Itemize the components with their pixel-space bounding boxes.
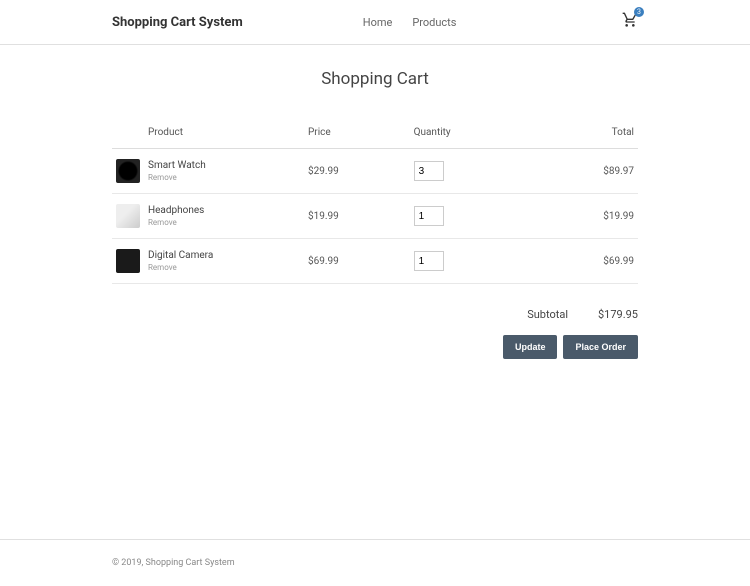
th-product: Product bbox=[144, 119, 304, 149]
price: $69.99 bbox=[304, 239, 410, 284]
header: Shopping Cart System Home Products 3 bbox=[0, 0, 750, 45]
cart-table: Product Price Quantity Total Smart Watch… bbox=[112, 119, 638, 284]
row-total: $89.97 bbox=[532, 149, 638, 194]
summary: Subtotal $179.95 bbox=[112, 308, 638, 321]
nav-home[interactable]: Home bbox=[363, 16, 393, 29]
product-thumb bbox=[116, 159, 140, 183]
quantity-input[interactable] bbox=[414, 161, 444, 181]
footer-text: © 2019, Shopping Cart System bbox=[112, 558, 638, 568]
place-order-button[interactable]: Place Order bbox=[563, 335, 638, 359]
product-name: Digital Camera bbox=[148, 250, 213, 261]
th-price: Price bbox=[304, 119, 410, 149]
table-row: Headphones Remove $19.99 $19.99 bbox=[112, 194, 638, 239]
product-thumb bbox=[116, 204, 140, 228]
price: $29.99 bbox=[304, 149, 410, 194]
table-row: Smart Watch Remove $29.99 $89.97 bbox=[112, 149, 638, 194]
price: $19.99 bbox=[304, 194, 410, 239]
product-thumb bbox=[116, 249, 140, 273]
remove-link[interactable]: Remove bbox=[148, 173, 300, 182]
brand[interactable]: Shopping Cart System bbox=[112, 15, 243, 30]
subtotal-label: Subtotal bbox=[527, 308, 568, 321]
remove-link[interactable]: Remove bbox=[148, 218, 300, 227]
th-quantity: Quantity bbox=[410, 119, 533, 149]
row-total: $69.99 bbox=[532, 239, 638, 284]
table-row: Digital Camera Remove $69.99 $69.99 bbox=[112, 239, 638, 284]
remove-link[interactable]: Remove bbox=[148, 263, 300, 272]
row-total: $19.99 bbox=[532, 194, 638, 239]
cart-badge: 3 bbox=[634, 7, 644, 17]
quantity-input[interactable] bbox=[414, 206, 444, 226]
product-name: Headphones bbox=[148, 205, 204, 216]
nav: Home Products bbox=[363, 16, 457, 29]
quantity-input[interactable] bbox=[414, 251, 444, 271]
subtotal-value: $179.95 bbox=[598, 308, 638, 321]
cart-icon[interactable]: 3 bbox=[622, 12, 638, 32]
th-total: Total bbox=[532, 119, 638, 149]
product-name: Smart Watch bbox=[148, 160, 206, 171]
update-button[interactable]: Update bbox=[503, 335, 558, 359]
page-title: Shopping Cart bbox=[112, 69, 638, 89]
actions: Update Place Order bbox=[112, 335, 638, 359]
nav-products[interactable]: Products bbox=[412, 16, 456, 29]
footer: © 2019, Shopping Cart System bbox=[0, 539, 750, 586]
